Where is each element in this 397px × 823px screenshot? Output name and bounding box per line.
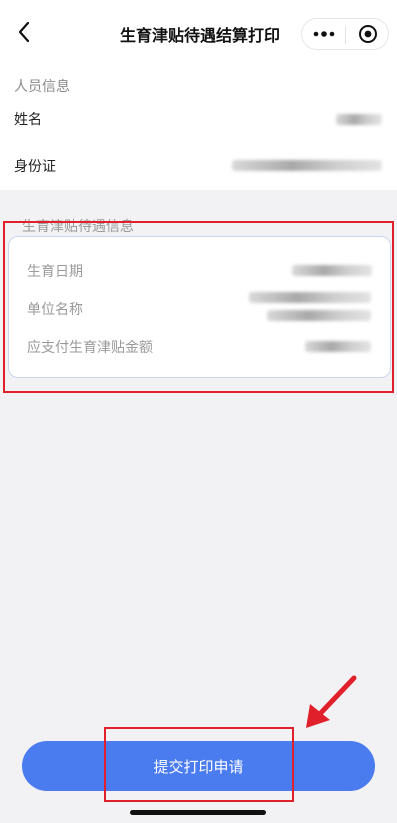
employer-name-label: 单位名称 — [27, 302, 83, 318]
name-value-blurred — [336, 114, 382, 125]
id-card-label: 身份证 — [14, 159, 56, 175]
personal-info-title: 人员信息 — [14, 79, 70, 95]
subsidy-info-card: 生育日期 单位名称 应支付生育津贴金额 — [8, 236, 391, 378]
nav-bar: 生育津贴待遇结算打印 — [0, 0, 397, 64]
home-indicator — [130, 810, 266, 815]
more-dots-icon — [313, 31, 334, 37]
birth-date-value-blurred — [292, 265, 372, 276]
subsidy-info-title: 生育津贴待遇信息 — [22, 219, 134, 235]
birth-date-label: 生育日期 — [27, 264, 83, 280]
id-card-value-blurred — [232, 160, 382, 171]
name-label: 姓名 — [14, 112, 42, 128]
subsidy-info-section: 生育津贴待遇信息 生育日期 单位名称 应支付生育津贴金额 — [0, 200, 397, 420]
employer-name-value-blurred-line1 — [249, 292, 371, 303]
chevron-left-icon — [18, 21, 30, 43]
close-button[interactable] — [346, 19, 389, 49]
record-close-icon — [358, 25, 377, 43]
app-page: 生育津贴待遇结算打印 人员信息 姓名 身份证 生育津贴待遇信息 生育日期 单位名… — [0, 0, 397, 823]
back-button[interactable] — [10, 18, 38, 46]
capsule-menu — [301, 18, 389, 50]
red-arrow-annotation — [306, 675, 357, 728]
subsidy-amount-value-blurred — [305, 341, 371, 352]
page-title: 生育津贴待遇结算打印 — [119, 26, 280, 45]
more-button[interactable] — [302, 19, 345, 49]
submit-print-request-button[interactable]: 提交打印申请 — [22, 741, 375, 791]
employer-name-value-blurred-line2 — [267, 310, 371, 321]
subsidy-amount-label: 应支付生育津贴金额 — [27, 340, 153, 356]
personal-info-section: 人员信息 姓名 身份证 — [0, 64, 397, 190]
